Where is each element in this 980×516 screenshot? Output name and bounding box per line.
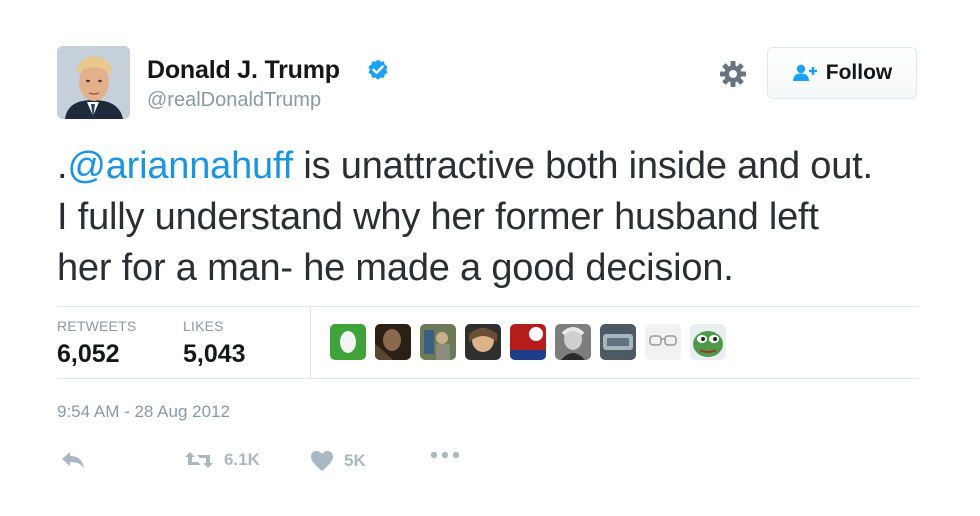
likes-count[interactable]: 5,043 (183, 340, 246, 369)
stats-separator (310, 307, 311, 378)
retweet-icon (185, 452, 213, 468)
liker-avatar[interactable] (330, 324, 366, 360)
retweets-label[interactable]: RETWEETS (57, 318, 136, 334)
heart-icon (311, 451, 333, 471)
mention-link[interactable]: @ariannahuff (67, 145, 293, 187)
tweet-text: .@ariannahuff is unattractive both insid… (57, 141, 937, 294)
like-count: 5K (344, 451, 366, 470)
liker-avatar[interactable] (510, 324, 546, 360)
retweet-button[interactable]: 6.1K (184, 450, 260, 470)
more-dots-icon (430, 451, 460, 459)
tweet-line-3: her for a man- he made a good decision. (57, 247, 734, 289)
liker-avatars (330, 324, 726, 360)
author-handle[interactable]: @realDonaldTrump (147, 89, 321, 112)
follow-label: Follow (825, 61, 893, 84)
author-avatar[interactable] (57, 46, 130, 119)
follow-button[interactable]: Follow (767, 47, 917, 99)
retweets-count[interactable]: 6,052 (57, 340, 120, 369)
liker-avatar[interactable] (420, 324, 456, 360)
reply-button[interactable] (60, 450, 86, 470)
stats-divider-bottom (57, 378, 919, 379)
liker-avatar[interactable] (465, 324, 501, 360)
liker-avatar[interactable] (375, 324, 411, 360)
author-name[interactable]: Donald J. Trump (147, 56, 340, 85)
stats-divider-top (57, 306, 919, 307)
liker-avatar[interactable] (690, 324, 726, 360)
reply-icon (62, 452, 84, 468)
liker-avatar[interactable] (600, 324, 636, 360)
tweet-timestamp[interactable]: 9:54 AM - 28 Aug 2012 (57, 402, 230, 422)
liker-avatar[interactable] (645, 324, 681, 360)
likes-label[interactable]: LIKES (183, 318, 224, 334)
liker-avatar[interactable] (555, 324, 591, 360)
retweet-count: 6.1K (224, 450, 260, 469)
tweet-line-1: .@ariannahuff is unattractive both insid… (57, 141, 937, 192)
tweet-line-1-rest: is unattractive both inside and out. (293, 145, 873, 187)
verified-badge-icon (368, 59, 388, 80)
more-button[interactable] (430, 450, 460, 460)
tweet-prefix: . (57, 145, 68, 187)
tweet-line-2: I fully understand why her former husban… (57, 196, 819, 238)
gear-icon[interactable] (719, 60, 747, 88)
like-button[interactable]: 5K (310, 450, 366, 472)
add-user-icon (792, 64, 817, 81)
